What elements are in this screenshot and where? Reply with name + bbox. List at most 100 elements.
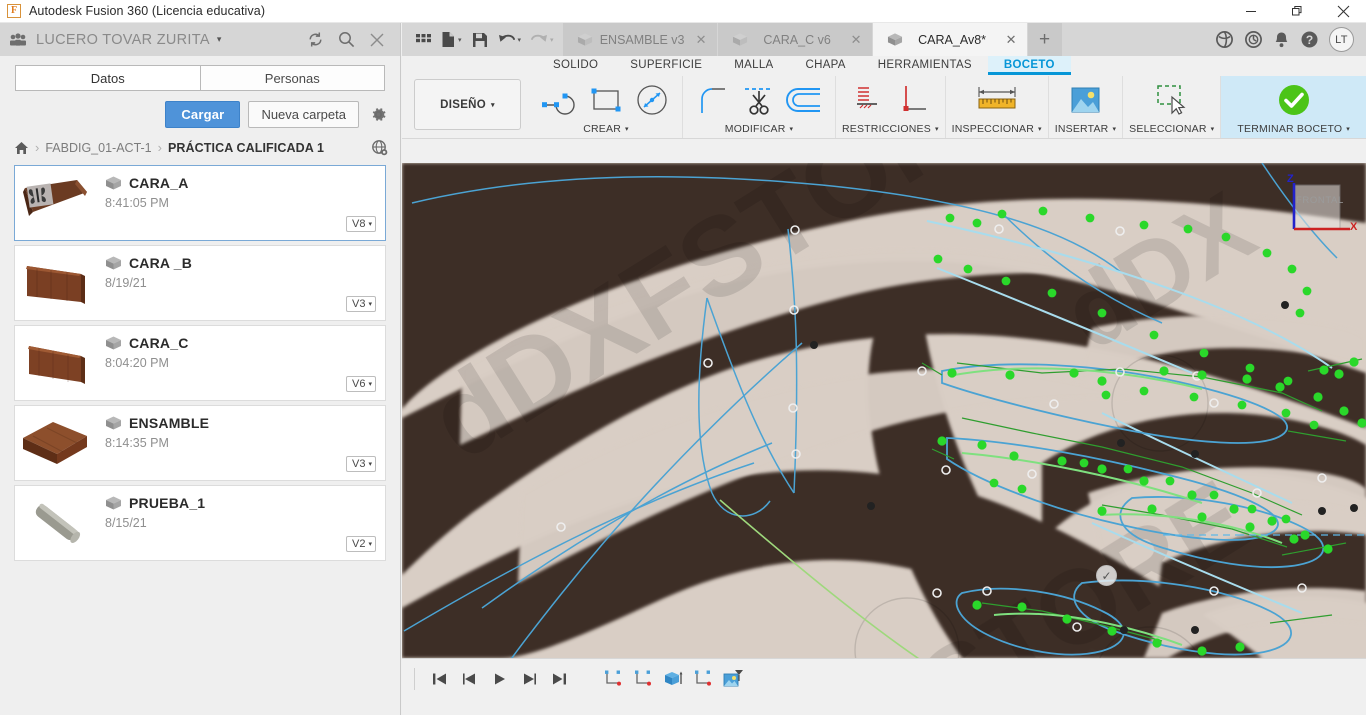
ground-constraint-icon[interactable]: [845, 79, 889, 121]
data-panel-tabs: Datos Personas: [0, 56, 400, 91]
avatar[interactable]: LT: [1329, 27, 1354, 52]
vertical-constraint-icon[interactable]: [891, 79, 935, 121]
close-button[interactable]: [1320, 0, 1366, 23]
ribbon-group-restricciones-label[interactable]: RESTRICCIONES ▾: [842, 123, 939, 138]
ribbon-tab-solido[interactable]: SOLIDO: [537, 56, 614, 75]
data-panel-actions: Cargar Nueva carpeta: [0, 91, 400, 128]
ribbon-group-modificar-label[interactable]: MODIFICAR ▾: [725, 123, 793, 138]
search-icon[interactable]: [338, 31, 355, 48]
trim-scissors-icon[interactable]: [737, 79, 781, 121]
close-icon[interactable]: ✕: [1002, 32, 1017, 48]
file-name: CARA_A: [129, 175, 189, 191]
go-to-start-icon[interactable]: [425, 665, 453, 693]
ribbon-tab-malla[interactable]: MALLA: [718, 56, 789, 75]
version-selector[interactable]: V2 ▾: [346, 536, 376, 552]
version-selector[interactable]: V3 ▾: [346, 296, 376, 312]
extensions-icon[interactable]: [1215, 30, 1234, 49]
version-selector[interactable]: V8 ▾: [346, 216, 376, 232]
chevron-down-icon[interactable]: ▾: [217, 34, 222, 45]
data-panel: LUCERO TOVAR ZURITA ▾ Datos Personas Car…: [0, 23, 401, 715]
home-icon[interactable]: [14, 141, 29, 155]
list-item[interactable]: CARA_A 8:41:05 PM V8 ▾: [14, 165, 386, 241]
ribbon-tab-boceto[interactable]: BOCETO: [987, 56, 1071, 75]
new-tab-button[interactable]: +: [1027, 23, 1062, 56]
close-panel-icon[interactable]: [369, 32, 385, 48]
file-thumbnail: [15, 166, 97, 240]
account-name[interactable]: LUCERO TOVAR ZURITA: [36, 32, 210, 48]
circle-diameter-icon[interactable]: [630, 79, 674, 121]
finish-sketch-group[interactable]: TERMINAR BOCETO ▾: [1221, 76, 1366, 138]
minimize-button[interactable]: [1228, 0, 1274, 23]
list-item[interactable]: CARA_C 8:04:20 PM V6 ▾: [14, 325, 386, 401]
play-icon[interactable]: [485, 665, 513, 693]
step-backward-icon[interactable]: [455, 665, 483, 693]
tab-datos[interactable]: Datos: [15, 65, 200, 91]
notifications-icon[interactable]: [1273, 31, 1290, 49]
document-tab-ensamble[interactable]: ENSAMBLE v3 ✕: [562, 23, 718, 56]
file-name: CARA _B: [129, 255, 193, 271]
offset-icon[interactable]: [783, 79, 827, 121]
gear-icon[interactable]: [367, 105, 388, 124]
list-item[interactable]: PRUEBA_1 8/15/21 V2 ▾: [14, 485, 386, 561]
sketch-check-badge[interactable]: ✓: [1096, 565, 1117, 586]
ribbon-group-crear-label[interactable]: CREAR ▾: [583, 123, 628, 138]
document-tab-cara-a[interactable]: CARA_Av8* ✕: [872, 23, 1028, 56]
redo-icon[interactable]: ▾: [527, 27, 557, 53]
measure-ruler-icon[interactable]: [969, 79, 1025, 121]
tab-personas[interactable]: Personas: [199, 65, 385, 91]
file-title-row: CARA_C: [105, 335, 385, 351]
chevron-down-icon[interactable]: ▾: [550, 36, 554, 44]
list-item[interactable]: ENSAMBLE 8:14:35 PM V3 ▾: [14, 405, 386, 481]
close-icon[interactable]: ✕: [692, 32, 707, 48]
view-cube[interactable]: Z X FRONTAL: [1272, 167, 1360, 249]
group-label-text: INSERTAR: [1054, 123, 1109, 135]
selection-window-icon[interactable]: [1150, 79, 1194, 121]
finish-sketch-label[interactable]: TERMINAR BOCETO ▾: [1237, 123, 1350, 138]
ribbon-tab-chapa[interactable]: CHAPA: [790, 56, 862, 75]
ribbon-tab-herramientas[interactable]: HERRAMIENTAS: [862, 56, 988, 75]
sketch-marker-1-icon[interactable]: [599, 665, 627, 693]
workspace-switcher[interactable]: DISEÑO ▾: [414, 79, 521, 130]
chevron-down-icon[interactable]: ▾: [458, 36, 462, 44]
3d-viewport[interactable]: dDXFSTORE VESTORE dDX Z X FRONTAL ✓: [402, 163, 1366, 698]
sketch-marker-2-icon[interactable]: [629, 665, 657, 693]
sketch-canvas[interactable]: dDXFSTORE VESTORE dDX: [402, 163, 1366, 698]
rectangle-icon[interactable]: [584, 79, 628, 121]
chevron-down-icon[interactable]: ▾: [518, 36, 522, 44]
fillet-icon[interactable]: [691, 79, 735, 121]
globe-icon[interactable]: [371, 139, 388, 156]
restore-button[interactable]: [1274, 0, 1320, 23]
document-tab-cara-c[interactable]: CARA_C v6 ✕: [717, 23, 873, 56]
undo-icon[interactable]: ▾: [495, 27, 525, 53]
canvas-feature-icon[interactable]: [719, 665, 747, 693]
ribbon-group-seleccionar-label[interactable]: SELECCIONAR ▾: [1129, 123, 1214, 138]
breadcrumb-item-project[interactable]: FABDIG_01-ACT-1: [45, 141, 151, 155]
step-forward-icon[interactable]: [515, 665, 543, 693]
version-label: V3: [352, 298, 366, 310]
go-to-end-icon[interactable]: [545, 665, 573, 693]
job-status-icon[interactable]: [1244, 30, 1263, 49]
arc-icon[interactable]: [538, 79, 582, 121]
app-grid-icon[interactable]: [411, 27, 435, 53]
breadcrumb-item-current[interactable]: PRÁCTICA CALIFICADA 1: [168, 141, 324, 155]
version-selector[interactable]: V6 ▾: [346, 376, 376, 392]
ribbon-group-inspeccionar-label[interactable]: INSPECCIONAR ▾: [952, 123, 1042, 138]
version-selector[interactable]: V3 ▾: [346, 456, 376, 472]
insert-image-canvas-icon[interactable]: [1063, 79, 1107, 121]
finish-sketch-check-icon[interactable]: [1272, 79, 1316, 121]
chevron-down-icon: ▾: [934, 126, 939, 133]
refresh-icon[interactable]: [307, 31, 324, 48]
close-icon[interactable]: ✕: [847, 32, 862, 48]
save-icon[interactable]: [468, 27, 492, 53]
new-folder-button[interactable]: Nueva carpeta: [248, 101, 359, 128]
sketch-marker-3-icon[interactable]: [689, 665, 717, 693]
ribbon-tab-superficie[interactable]: SUPERFICIE: [614, 56, 718, 75]
list-item[interactable]: CARA _B 8/19/21 V3 ▾: [14, 245, 386, 321]
help-icon[interactable]: ?: [1300, 30, 1319, 49]
new-document-icon[interactable]: ▾: [438, 27, 465, 53]
extrude-feature-icon[interactable]: [659, 665, 687, 693]
file-thumbnail: [15, 486, 97, 560]
upload-button[interactable]: Cargar: [165, 101, 241, 128]
ribbon-group-insertar-label[interactable]: INSERTAR ▾: [1055, 123, 1116, 138]
axis-label-x: X: [1350, 221, 1358, 233]
